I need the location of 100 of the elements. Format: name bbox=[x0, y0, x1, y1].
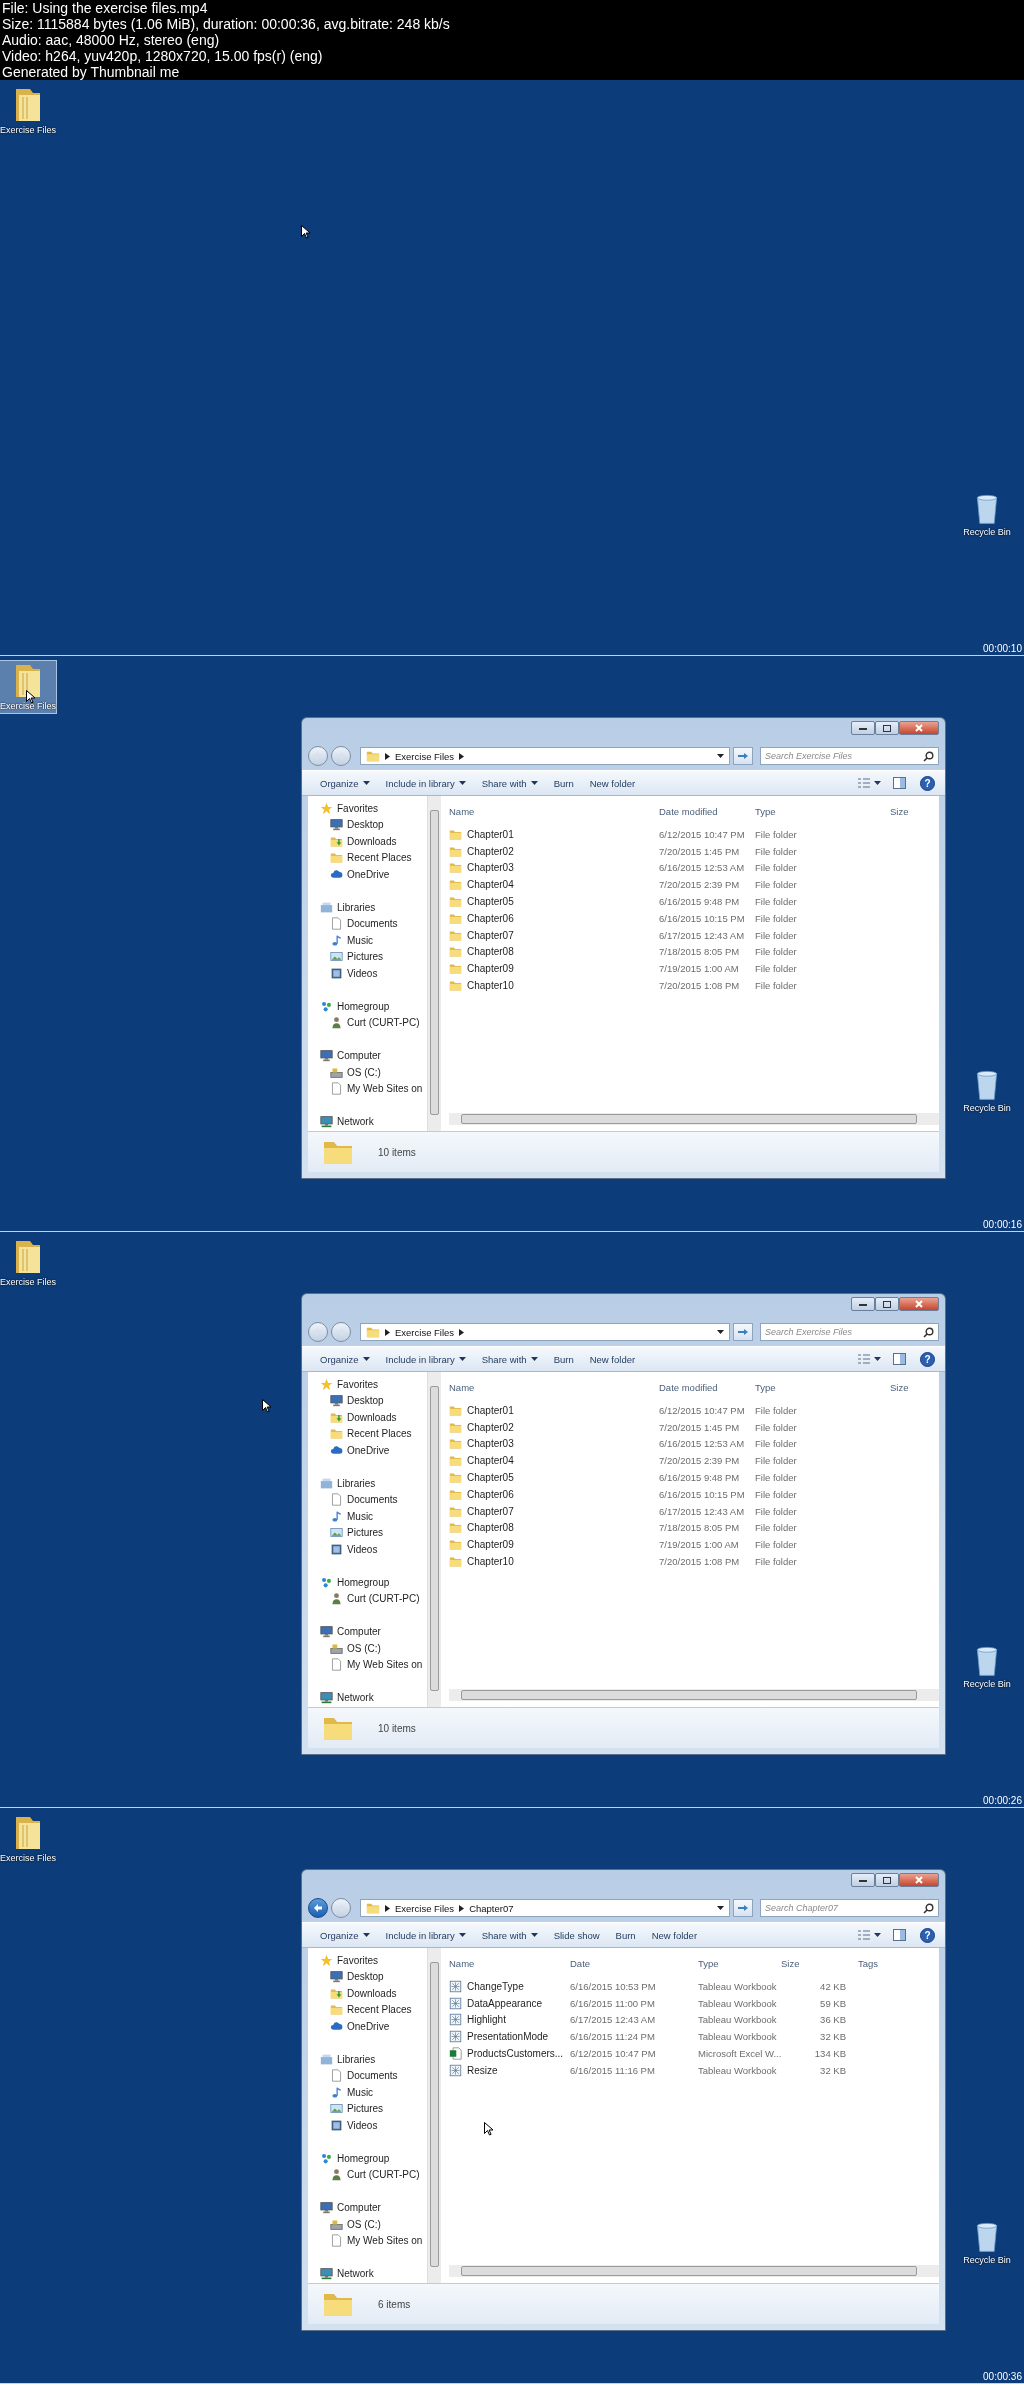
nav-group[interactable]: Libraries bbox=[308, 2051, 427, 2068]
nav-item[interactable]: My Web Sites on bbox=[308, 2232, 427, 2249]
nav-group[interactable]: Computer bbox=[308, 1623, 427, 1640]
minimize-button[interactable] bbox=[851, 1873, 875, 1887]
nav-item[interactable]: Curt (CURT-PC) bbox=[308, 2166, 427, 2183]
file-name[interactable]: Chapter02 bbox=[467, 845, 514, 857]
maximize-button[interactable] bbox=[875, 1297, 899, 1311]
file-name[interactable]: Chapter04 bbox=[467, 1455, 514, 1467]
nav-group[interactable]: Favorites bbox=[308, 1376, 427, 1393]
back-button[interactable] bbox=[308, 1898, 328, 1918]
nav-group[interactable]: Computer bbox=[308, 1047, 427, 1064]
breadcrumb-item[interactable]: Exercise Files bbox=[395, 750, 455, 762]
toolbar-button[interactable]: New folder bbox=[581, 777, 644, 789]
help-button[interactable]: ? bbox=[920, 1927, 935, 1943]
maximize-button[interactable] bbox=[875, 1873, 899, 1887]
file-name[interactable]: Chapter03 bbox=[467, 862, 514, 874]
file-name[interactable]: Chapter01 bbox=[467, 1404, 514, 1416]
toolbar-button[interactable]: Include in library bbox=[377, 1353, 474, 1365]
column-header[interactable]: Size bbox=[890, 1381, 939, 1393]
minimize-button[interactable] bbox=[851, 1297, 875, 1311]
column-header[interactable]: Type bbox=[755, 1381, 890, 1393]
toolbar-button[interactable]: Include in library bbox=[377, 777, 474, 789]
nav-item[interactable]: OneDrive bbox=[308, 2018, 427, 2035]
toolbar-button[interactable]: Include in library bbox=[377, 1929, 474, 1941]
scrollbar[interactable] bbox=[449, 1689, 939, 1701]
maximize-button[interactable] bbox=[875, 721, 899, 735]
search-field[interactable]: Search Chapter07 bbox=[760, 1899, 939, 1917]
minimize-button[interactable] bbox=[851, 721, 875, 735]
column-header[interactable]: Size bbox=[781, 1957, 846, 1969]
toolbar-button[interactable]: Share with bbox=[473, 1353, 546, 1365]
scrollbar[interactable] bbox=[449, 1113, 939, 1125]
file-name[interactable]: DataAppearance bbox=[467, 1997, 543, 2009]
toolbar-button[interactable]: Burn bbox=[607, 1929, 644, 1941]
file-name[interactable]: Chapter10 bbox=[467, 1556, 514, 1568]
toolbar-button[interactable]: Share with bbox=[473, 777, 546, 789]
toolbar-button[interactable]: Burn bbox=[545, 777, 582, 789]
toolbar-button[interactable]: Organize bbox=[312, 1353, 378, 1365]
file-name[interactable]: Highlight bbox=[467, 2014, 506, 2026]
nav-item[interactable]: Videos bbox=[308, 965, 427, 982]
toolbar-button[interactable]: Organize bbox=[312, 1929, 378, 1941]
nav-group[interactable]: Favorites bbox=[308, 800, 427, 817]
toolbar-button[interactable]: Organize bbox=[312, 777, 378, 789]
nav-item[interactable]: Music bbox=[308, 1508, 427, 1525]
address-bar[interactable]: Exercise Files bbox=[360, 1323, 730, 1341]
nav-group[interactable]: Network bbox=[308, 2265, 427, 2282]
nav-item[interactable]: OneDrive bbox=[308, 1442, 427, 1459]
file-name[interactable]: Chapter08 bbox=[467, 1522, 514, 1534]
toolbar-button[interactable]: Burn bbox=[545, 1353, 582, 1365]
desktop-icon[interactable]: Exercise Files bbox=[0, 660, 57, 714]
forward-button[interactable] bbox=[331, 746, 351, 766]
column-header[interactable]: Tags bbox=[846, 1957, 939, 1969]
address-bar[interactable]: Exercise Files bbox=[360, 747, 730, 765]
help-button[interactable]: ? bbox=[920, 775, 935, 791]
refresh-button[interactable] bbox=[733, 747, 753, 765]
nav-item[interactable]: Recent Places bbox=[308, 849, 427, 866]
nav-group[interactable]: Network bbox=[308, 1689, 427, 1706]
nav-item[interactable]: Curt (CURT-PC) bbox=[308, 1014, 427, 1031]
file-name[interactable]: Chapter07 bbox=[467, 929, 514, 941]
scrollbar[interactable] bbox=[427, 1372, 441, 1707]
nav-item[interactable]: OS (C:) bbox=[308, 1640, 427, 1657]
file-name[interactable]: Chapter05 bbox=[467, 896, 514, 908]
nav-item[interactable]: Curt (CURT-PC) bbox=[308, 1590, 427, 1607]
file-name[interactable]: PresentationMode bbox=[467, 2031, 549, 2043]
toolbar-button[interactable]: Share with bbox=[473, 1929, 546, 1941]
nav-item[interactable]: Documents bbox=[308, 1491, 427, 1508]
toolbar-button[interactable]: New folder bbox=[643, 1929, 706, 1941]
column-header[interactable]: Type bbox=[698, 1957, 781, 1969]
file-name[interactable]: Chapter10 bbox=[467, 980, 514, 992]
column-header[interactable]: Type bbox=[755, 805, 890, 817]
nav-item[interactable]: Pictures bbox=[308, 948, 427, 965]
close-button[interactable] bbox=[899, 1297, 939, 1311]
file-name[interactable]: Chapter09 bbox=[467, 963, 514, 975]
scrollbar[interactable] bbox=[427, 1948, 441, 2283]
file-name[interactable]: Chapter05 bbox=[467, 1472, 514, 1484]
nav-item[interactable]: Recent Places bbox=[308, 2001, 427, 2018]
nav-group[interactable]: Computer bbox=[308, 2199, 427, 2216]
nav-item[interactable]: My Web Sites on bbox=[308, 1656, 427, 1673]
breadcrumb-item[interactable]: Exercise Files bbox=[395, 1326, 455, 1338]
nav-item[interactable]: Downloads bbox=[308, 833, 427, 850]
nav-item[interactable]: Pictures bbox=[308, 1524, 427, 1541]
nav-group[interactable]: Libraries bbox=[308, 899, 427, 916]
file-name[interactable]: Chapter03 bbox=[467, 1438, 514, 1450]
nav-item[interactable]: Desktop bbox=[308, 816, 427, 833]
file-name[interactable]: Chapter02 bbox=[467, 1421, 514, 1433]
forward-button[interactable] bbox=[331, 1322, 351, 1342]
toolbar-button[interactable]: Slide show bbox=[545, 1929, 608, 1941]
nav-group[interactable]: Network bbox=[308, 1113, 427, 1130]
refresh-button[interactable] bbox=[733, 1899, 753, 1917]
breadcrumb-item[interactable]: Exercise Files bbox=[395, 1902, 455, 1914]
toolbar-button[interactable]: New folder bbox=[581, 1353, 644, 1365]
column-header[interactable]: Size bbox=[890, 805, 939, 817]
nav-item[interactable]: Downloads bbox=[308, 1985, 427, 2002]
nav-group[interactable]: Homegroup bbox=[308, 998, 427, 1015]
file-name[interactable]: Chapter07 bbox=[467, 1505, 514, 1517]
column-header[interactable]: Date modified bbox=[659, 805, 755, 817]
refresh-button[interactable] bbox=[733, 1323, 753, 1341]
nav-group[interactable]: Homegroup bbox=[308, 2150, 427, 2167]
file-name[interactable]: ProductsCustomers... bbox=[467, 2048, 564, 2060]
column-header[interactable]: Name bbox=[449, 805, 659, 817]
address-bar[interactable]: Exercise Files Chapter07 bbox=[360, 1899, 730, 1917]
